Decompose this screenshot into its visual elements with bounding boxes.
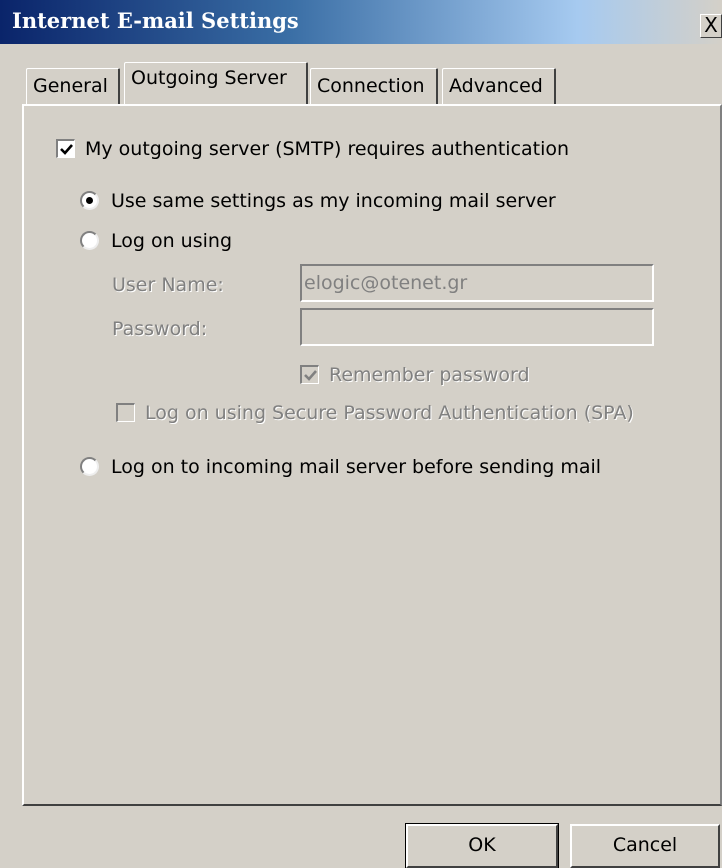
requires-auth-checkbox[interactable]: My outgoing server (SMTP) requires authe…: [56, 138, 569, 160]
window-title: Internet E-mail Settings: [12, 8, 299, 33]
tab-advanced[interactable]: Advanced: [442, 68, 556, 104]
username-label: User Name:: [112, 274, 224, 296]
tab-outgoing-server-label: Outgoing Server: [131, 67, 287, 89]
radio-incoming-first-label: Log on to incoming mail server before se…: [111, 456, 602, 478]
checkbox-box[interactable]: [56, 139, 75, 158]
radio-button[interactable]: [80, 457, 99, 476]
username-field[interactable]: elogic@otenet.gr: [300, 264, 654, 302]
password-label: Password:: [112, 318, 208, 340]
close-button[interactable]: X: [700, 14, 722, 38]
tab-general[interactable]: General: [26, 68, 120, 104]
checkbox-box[interactable]: [116, 403, 135, 422]
requires-auth-label: My outgoing server (SMTP) requires authe…: [85, 138, 570, 160]
tab-connection-label: Connection: [317, 75, 425, 97]
tab-connection[interactable]: Connection: [310, 68, 438, 104]
spa-checkbox[interactable]: Log on using Secure Password Authenticat…: [116, 402, 634, 424]
ok-button[interactable]: OK: [405, 823, 559, 868]
checkmark-icon: [304, 370, 317, 381]
spa-label: Log on using Secure Password Authenticat…: [145, 402, 634, 424]
password-field[interactable]: [300, 308, 654, 346]
checkbox-box[interactable]: [300, 365, 319, 384]
remember-password-label: Remember password: [329, 364, 530, 386]
radio-log-on-using[interactable]: Log on using: [80, 230, 232, 252]
tab-general-label: General: [33, 75, 108, 97]
radio-button[interactable]: [80, 191, 99, 210]
radio-selected-dot: [86, 197, 93, 204]
tab-outgoing-server[interactable]: Outgoing Server: [124, 62, 308, 104]
close-icon: X: [704, 14, 718, 37]
radio-incoming-first[interactable]: Log on to incoming mail server before se…: [80, 456, 601, 478]
radio-button[interactable]: [80, 231, 99, 250]
cancel-button[interactable]: Cancel: [570, 824, 720, 868]
tab-advanced-label: Advanced: [449, 75, 543, 97]
radio-same-settings[interactable]: Use same settings as my incoming mail se…: [80, 190, 556, 212]
radio-same-settings-label: Use same settings as my incoming mail se…: [111, 190, 556, 212]
radio-log-on-using-label: Log on using: [111, 230, 233, 252]
checkmark-icon: [60, 144, 73, 155]
remember-password-checkbox[interactable]: Remember password: [300, 364, 530, 386]
outgoing-server-panel: My outgoing server (SMTP) requires authe…: [22, 104, 722, 806]
title-bar: Internet E-mail Settings X: [0, 0, 722, 44]
